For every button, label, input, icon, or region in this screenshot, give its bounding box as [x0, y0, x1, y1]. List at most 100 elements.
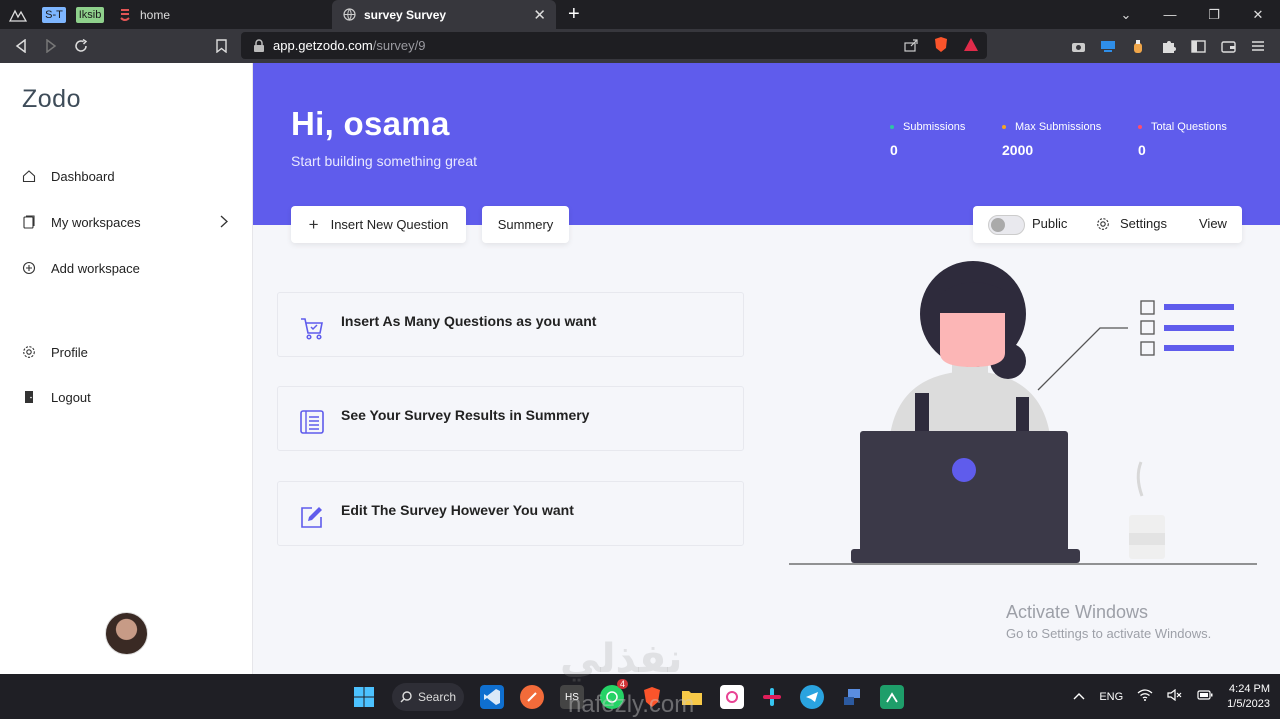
settings-button[interactable]: Settings [1096, 216, 1167, 231]
maximize-icon[interactable]: ❐ [1192, 0, 1236, 29]
slack-icon[interactable] [760, 685, 784, 709]
sidebar-toggle-icon[interactable] [1190, 38, 1206, 54]
brave-rewards-icon[interactable] [963, 37, 979, 52]
close-window-icon[interactable]: ✕ [1236, 0, 1280, 29]
puzzle-icon[interactable] [1160, 38, 1176, 54]
clock-time: 4:24 PM [1229, 682, 1270, 695]
clock-date: 1/5/2023 [1227, 697, 1270, 710]
stat-label: Submissions [903, 121, 966, 133]
summery-button[interactable]: Summery [482, 206, 569, 243]
page-subtitle: Start building something great [291, 153, 477, 169]
folder-icon [22, 215, 36, 229]
cart-icon [301, 318, 323, 340]
status-dot-icon [1138, 125, 1142, 129]
tab-home[interactable]: home [108, 0, 332, 29]
pinned-tab-st[interactable]: S-T [36, 0, 72, 29]
forward-icon[interactable] [36, 29, 66, 63]
sidebar-item-my-workspaces[interactable]: My workspaces [22, 212, 232, 232]
taskbar-clock[interactable]: 4:24 PM 1/5/2023 [1227, 682, 1270, 712]
tab-survey[interactable]: survey Survey ✕ [332, 0, 556, 29]
page-title: Hi, osama [291, 105, 450, 142]
stat-value: 2000 [1002, 142, 1034, 158]
telegram-icon[interactable] [800, 685, 824, 709]
brush-app-icon[interactable] [520, 685, 544, 709]
wifi-icon[interactable] [1137, 689, 1153, 704]
public-toggle[interactable] [988, 215, 1025, 235]
feature-card: Insert As Many Questions as you want [277, 292, 744, 357]
feature-text: See Your Survey Results in Summery [341, 407, 590, 423]
feature-card: Edit The Survey However You want [277, 481, 744, 546]
stat-total-questions: Total Questions 0 [1138, 121, 1227, 158]
sidebar-item-label: Add workspace [51, 260, 140, 276]
edit-icon [301, 507, 322, 528]
plus-icon: + [308, 214, 319, 234]
sidebar-item-label: Dashboard [51, 168, 115, 184]
stat-submissions: Submissions 0 [890, 121, 965, 158]
survey-options-bar: Public Settings View [973, 206, 1242, 243]
list-icon [300, 410, 324, 434]
view-button[interactable]: View [1199, 216, 1227, 231]
pinned-tab-logo[interactable] [0, 0, 36, 29]
stat-max-submissions: Max Submissions 2000 [1002, 121, 1101, 158]
sidebar-item-dashboard[interactable]: Dashboard [22, 166, 232, 186]
tray-chevron-up-icon[interactable] [1073, 691, 1085, 703]
avatar[interactable] [105, 612, 148, 655]
sidebar-item-logout[interactable]: Logout [22, 387, 232, 407]
system-tray: ENG 4:24 PM 1/5/2023 [1073, 674, 1270, 719]
nafezly-watermark-latin: nafezly.com [568, 691, 695, 718]
lock-icon [254, 38, 264, 52]
back-icon[interactable] [6, 29, 36, 63]
stat-value: 0 [1138, 142, 1146, 158]
feature-card: See Your Survey Results in Summery [277, 386, 744, 451]
taskbar-search[interactable]: Search [392, 683, 464, 711]
tab-title: survey Survey [364, 7, 447, 22]
brand-logo[interactable]: Zodo [22, 85, 81, 114]
feature-text: Edit The Survey However You want [341, 502, 574, 518]
bottle-extension-icon[interactable] [1130, 38, 1146, 54]
address-bar[interactable]: app.getzodo.com/survey/9 [241, 32, 987, 59]
sidebar-item-add-workspace[interactable]: Add workspace [22, 258, 232, 278]
green-app-icon[interactable] [880, 685, 904, 709]
url-host: app.getzodo.com [273, 38, 373, 53]
brave-shield-icon[interactable] [933, 36, 949, 53]
home-icon [22, 169, 36, 183]
vscode-icon[interactable] [480, 685, 504, 709]
stat-value: 0 [890, 142, 898, 158]
wallet-icon[interactable] [1220, 38, 1236, 54]
search-icon [400, 691, 412, 703]
pinned-tab-iksib[interactable]: Iksib [72, 0, 108, 29]
tab-search-chevron-icon[interactable]: ⌄ [1104, 0, 1148, 29]
button-label: Settings [1120, 216, 1167, 231]
minimize-icon[interactable]: — [1148, 0, 1192, 29]
paint-app-icon[interactable] [720, 685, 744, 709]
insert-question-button[interactable]: + Insert New Question [291, 206, 466, 243]
screen-extension-icon[interactable] [1100, 38, 1116, 54]
stat-label: Max Submissions [1015, 121, 1102, 133]
new-tab-icon[interactable]: + [568, 3, 580, 26]
plus-circle-icon [22, 261, 36, 275]
watermark-subtitle: Go to Settings to activate Windows. [1006, 626, 1212, 641]
network-app-icon[interactable] [840, 685, 864, 709]
toggle-knob [991, 218, 1005, 232]
camera-icon[interactable] [1070, 38, 1086, 54]
language-indicator[interactable]: ENG [1099, 691, 1123, 703]
close-tab-icon[interactable]: ✕ [533, 6, 546, 24]
share-icon[interactable] [904, 38, 919, 52]
button-label: Summery [497, 217, 554, 232]
windows-start-icon[interactable] [352, 685, 376, 709]
chevron-right-icon[interactable] [220, 215, 228, 231]
sidebar-item-label: Profile [51, 344, 88, 360]
sidebar-item-profile[interactable]: Profile [22, 342, 232, 362]
feature-text: Insert As Many Questions as you want [341, 313, 597, 329]
bookmark-icon[interactable] [206, 29, 236, 63]
tab-title: home [140, 7, 171, 22]
nafezly-watermark-arabic: نفذلي [560, 637, 683, 681]
stat-label: Total Questions [1151, 121, 1227, 133]
volume-muted-icon[interactable] [1167, 688, 1183, 704]
reload-icon[interactable] [66, 29, 96, 63]
battery-icon[interactable] [1197, 690, 1213, 703]
pinned-tab-label: S-T [42, 6, 66, 23]
browser-tabbar: S-T Iksib home survey Survey ✕ + ⌄ — ❐ ✕ [0, 0, 1280, 29]
pinned-tab-label: Iksib [75, 6, 105, 23]
menu-icon[interactable] [1250, 38, 1266, 54]
